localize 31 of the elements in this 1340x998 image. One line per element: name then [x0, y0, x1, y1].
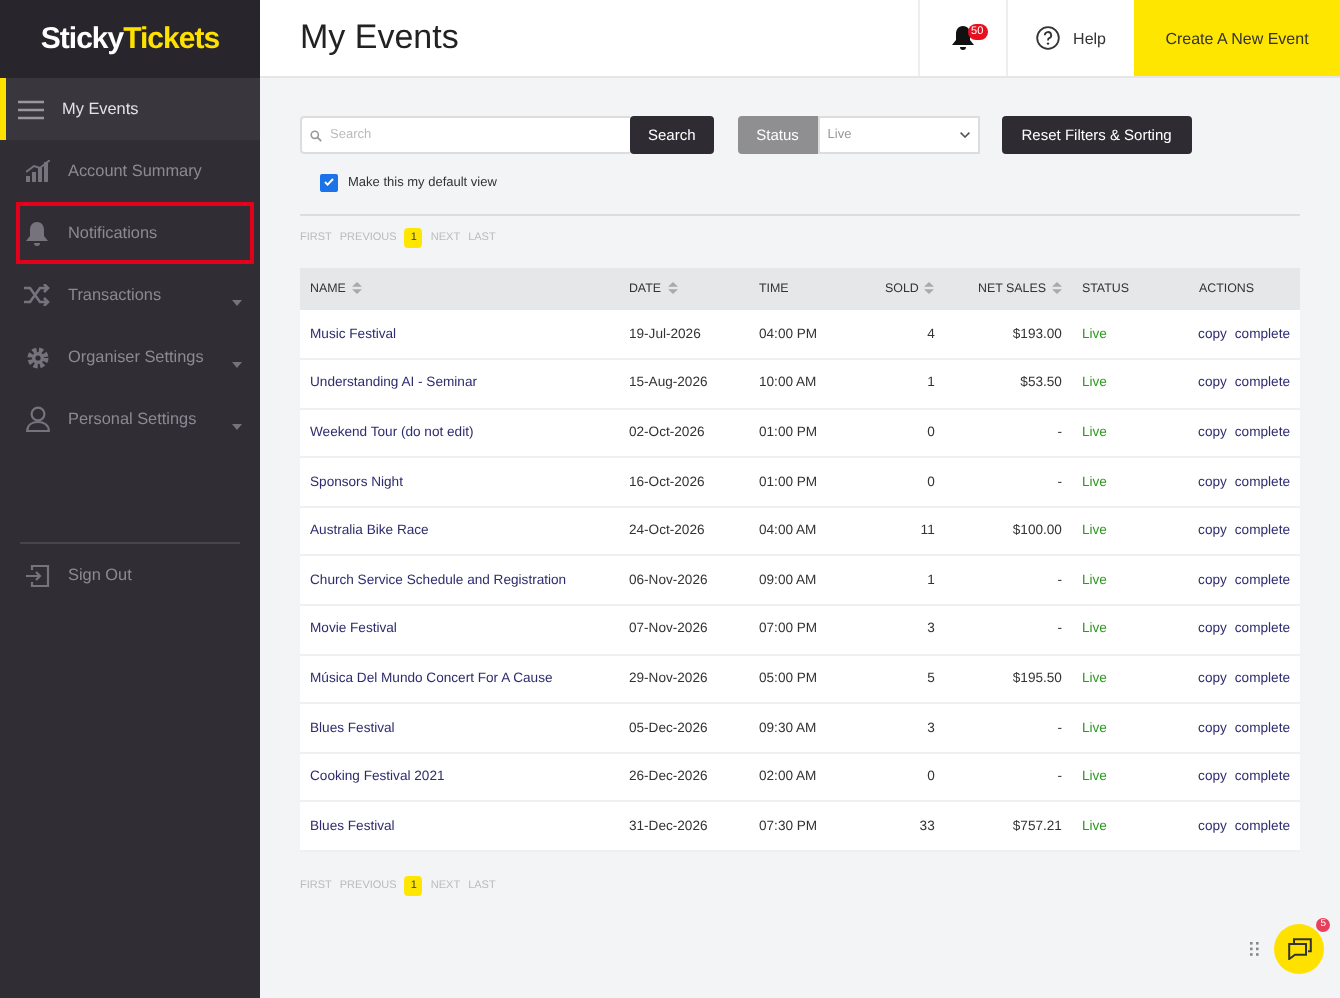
person-icon: [25, 406, 49, 432]
sidebar-item[interactable]: Transactions: [0, 264, 260, 326]
sidebar-item-label: Transactions: [68, 286, 162, 304]
sidebar-item-label: Organiser Settings: [68, 348, 204, 366]
chevron-icon: [959, 132, 970, 138]
chat-icon: [1287, 938, 1311, 960]
page-title: My Events: [300, 18, 461, 58]
shuffle-icon: [24, 284, 50, 306]
checkbox[interactable]: [320, 173, 338, 191]
bell-icon: [26, 221, 48, 245]
bar-chart-icon: [25, 160, 49, 182]
help-link[interactable]: Help: [1007, 0, 1134, 76]
sidebar-item-label: My Events: [62, 100, 139, 118]
logo[interactable]: StickyTickets: [0, 0, 260, 78]
menu-icon: [18, 99, 44, 119]
help-icon: [1035, 26, 1060, 50]
drag-handle-icon[interactable]: [1250, 942, 1260, 956]
sidebar-item[interactable]: Organiser Settings: [0, 326, 260, 388]
sidebar-item-label: Personal Settings: [68, 410, 197, 428]
sidebar-item-label: Notifications: [68, 224, 158, 242]
sign-out-link[interactable]: Sign Out: [0, 544, 260, 606]
sidebar-item[interactable]: Notifications: [0, 202, 260, 264]
sign-out-icon: [25, 563, 49, 587]
bell-icon[interactable]: [951, 26, 974, 50]
gear-icon: [25, 345, 49, 369]
search-icon: [310, 129, 322, 141]
sidebar-item-label: Account Summary: [68, 162, 202, 180]
sidebar-item[interactable]: Personal Settings: [0, 388, 260, 450]
sidebar-item[interactable]: Account Summary: [0, 140, 260, 202]
sidebar-item[interactable]: My Events: [0, 78, 260, 140]
create-event-button[interactable]: Create A New Event: [1134, 0, 1340, 76]
